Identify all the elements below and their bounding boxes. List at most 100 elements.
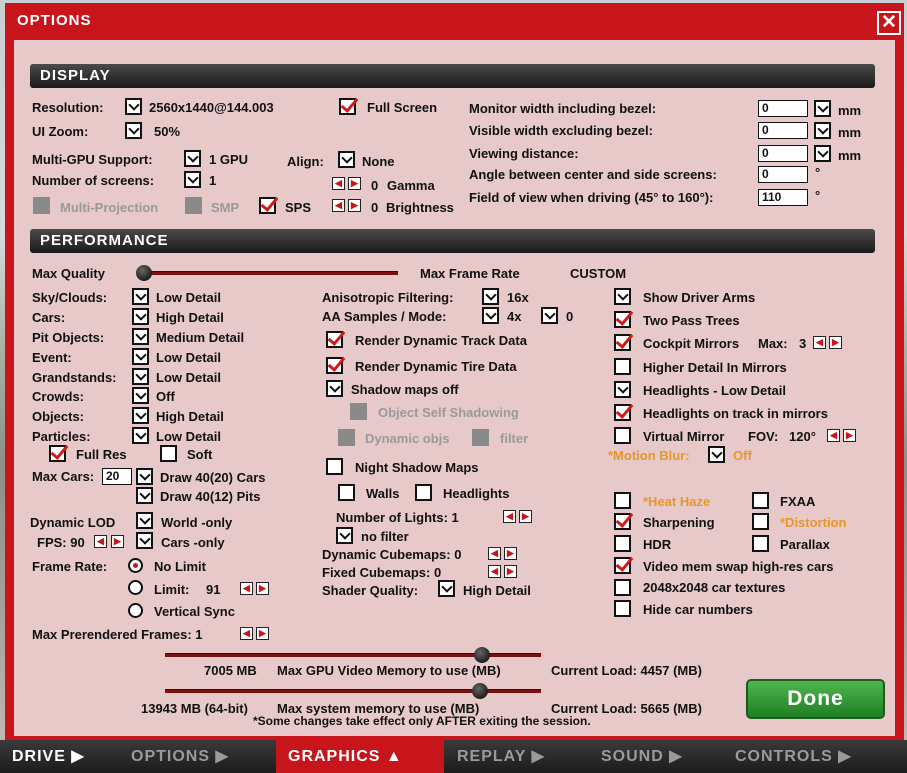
system-memory-slider-knob[interactable]	[472, 683, 488, 699]
sharpening-checkbox[interactable]	[614, 513, 631, 530]
no-limit-radio[interactable]	[128, 558, 143, 573]
distortion-checkbox[interactable]	[752, 513, 769, 530]
object-self-shadow-checkbox[interactable]	[350, 403, 367, 420]
brightness-increase-arrow[interactable]: ▶	[348, 199, 361, 212]
dyn-cubemaps-decrease-arrow[interactable]: ◀	[488, 547, 501, 560]
visible-width-input[interactable]: 0	[758, 122, 808, 139]
fov-driving-label: Field of view when driving (45° to 160°)…	[469, 190, 714, 205]
fps-decrease-arrow[interactable]: ◀	[94, 535, 107, 548]
vmem-swap-checkbox[interactable]	[614, 557, 631, 574]
tab-options[interactable]: OPTIONS ▶	[121, 740, 271, 773]
dynamic-objs-checkbox[interactable]	[338, 429, 355, 446]
limit-radio[interactable]	[128, 580, 143, 595]
objects-dropdown[interactable]	[132, 407, 149, 424]
ui-zoom-dropdown[interactable]	[125, 122, 142, 139]
quality-slider-knob[interactable]	[136, 265, 152, 281]
headlights-low-dropdown[interactable]	[614, 381, 631, 398]
parallax-checkbox[interactable]	[752, 535, 769, 552]
vm-fov-increase-arrow[interactable]: ▶	[843, 429, 856, 442]
walls-checkbox[interactable]	[338, 484, 355, 501]
fullscreen-checkbox[interactable]	[339, 98, 356, 115]
grandstands-dropdown[interactable]	[132, 368, 149, 385]
smp-checkbox[interactable]	[185, 197, 202, 214]
multigpu-dropdown[interactable]	[184, 150, 201, 167]
event-value: Low Detail	[156, 350, 222, 365]
night-shadow-checkbox[interactable]	[326, 458, 343, 475]
monitor-width-unit-dropdown[interactable]	[814, 100, 831, 117]
brightness-decrease-arrow[interactable]: ◀	[332, 199, 345, 212]
sps-checkbox[interactable]	[259, 197, 276, 214]
prerendered-decrease-arrow[interactable]: ◀	[240, 627, 253, 640]
gamma-increase-arrow[interactable]: ▶	[348, 177, 361, 190]
limit-decrease-arrow[interactable]: ◀	[240, 582, 253, 595]
soft-checkbox[interactable]	[160, 445, 177, 462]
quality-slider-track[interactable]	[140, 271, 398, 275]
cockpit-mirrors-checkbox[interactable]	[614, 334, 631, 351]
fov-driving-input[interactable]: 110	[758, 189, 808, 206]
event-dropdown[interactable]	[132, 348, 149, 365]
aniso-dropdown[interactable]	[482, 288, 499, 305]
resolution-dropdown[interactable]	[125, 98, 142, 115]
viewing-distance-unit-dropdown[interactable]	[814, 145, 831, 162]
tab-sound[interactable]: SOUND ▶	[591, 740, 721, 773]
cars-only-dropdown[interactable]	[136, 532, 153, 549]
tab-drive[interactable]: DRIVE ▶	[2, 740, 120, 773]
heat-haze-checkbox[interactable]	[614, 492, 631, 509]
tab-controls[interactable]: CONTROLS ▶	[725, 740, 905, 773]
crowds-dropdown[interactable]	[132, 387, 149, 404]
motion-blur-dropdown[interactable]	[708, 446, 725, 463]
pit-dropdown[interactable]	[132, 328, 149, 345]
viewing-distance-input[interactable]: 0	[758, 145, 808, 162]
cars-dropdown[interactable]	[132, 308, 149, 325]
no-filter-dropdown[interactable]	[336, 527, 353, 544]
fps-increase-arrow[interactable]: ▶	[111, 535, 124, 548]
vm-fov-decrease-arrow[interactable]: ◀	[827, 429, 840, 442]
align-dropdown[interactable]	[338, 151, 355, 168]
limit-increase-arrow[interactable]: ▶	[256, 582, 269, 595]
fxaa-checkbox[interactable]	[752, 492, 769, 509]
higher-mirror-checkbox[interactable]	[614, 358, 631, 375]
headlights-shadow-checkbox[interactable]	[415, 484, 432, 501]
draw-pits-dropdown[interactable]	[136, 487, 153, 504]
shader-dropdown[interactable]	[438, 580, 455, 597]
fixed-cubemaps-increase-arrow[interactable]: ▶	[504, 565, 517, 578]
aa-mode-dropdown[interactable]	[541, 307, 558, 324]
dyn-cubemaps-increase-arrow[interactable]: ▶	[504, 547, 517, 560]
angle-input[interactable]: 0	[758, 166, 808, 183]
lights-increase-arrow[interactable]: ▶	[519, 510, 532, 523]
render-track-checkbox[interactable]	[326, 331, 343, 348]
done-button[interactable]: Done	[746, 679, 885, 719]
textures-checkbox[interactable]	[614, 579, 631, 596]
tab-graphics[interactable]: GRAPHICS ▲	[276, 740, 444, 773]
tab-replay[interactable]: REPLAY ▶	[447, 740, 587, 773]
particles-dropdown[interactable]	[132, 427, 149, 444]
hdr-checkbox[interactable]	[614, 535, 631, 552]
sky-dropdown[interactable]	[132, 288, 149, 305]
filter-checkbox[interactable]	[472, 429, 489, 446]
draw-cars-dropdown[interactable]	[136, 468, 153, 485]
full-res-checkbox[interactable]	[49, 445, 66, 462]
monitor-width-input[interactable]: 0	[758, 100, 808, 117]
lights-decrease-arrow[interactable]: ◀	[503, 510, 516, 523]
cockpit-max-decrease-arrow[interactable]: ◀	[813, 336, 826, 349]
cockpit-max-increase-arrow[interactable]: ▶	[829, 336, 842, 349]
gpu-memory-slider-knob[interactable]	[474, 647, 490, 663]
aa-dropdown[interactable]	[482, 307, 499, 324]
headlights-track-checkbox[interactable]	[614, 404, 631, 421]
close-icon[interactable]: ✕	[877, 11, 901, 35]
vsync-radio[interactable]	[128, 603, 143, 618]
screens-dropdown[interactable]	[184, 171, 201, 188]
visible-width-unit-dropdown[interactable]	[814, 122, 831, 139]
max-cars-input[interactable]: 20	[102, 468, 132, 485]
prerendered-increase-arrow[interactable]: ▶	[256, 627, 269, 640]
gamma-decrease-arrow[interactable]: ◀	[332, 177, 345, 190]
multi-projection-checkbox[interactable]	[33, 197, 50, 214]
virtual-mirror-checkbox[interactable]	[614, 427, 631, 444]
hide-numbers-checkbox[interactable]	[614, 600, 631, 617]
two-pass-checkbox[interactable]	[614, 311, 631, 328]
world-only-dropdown[interactable]	[136, 512, 153, 529]
show-arms-dropdown[interactable]	[614, 288, 631, 305]
fixed-cubemaps-decrease-arrow[interactable]: ◀	[488, 565, 501, 578]
shadow-maps-dropdown[interactable]	[326, 380, 343, 397]
render-tire-checkbox[interactable]	[326, 357, 343, 374]
